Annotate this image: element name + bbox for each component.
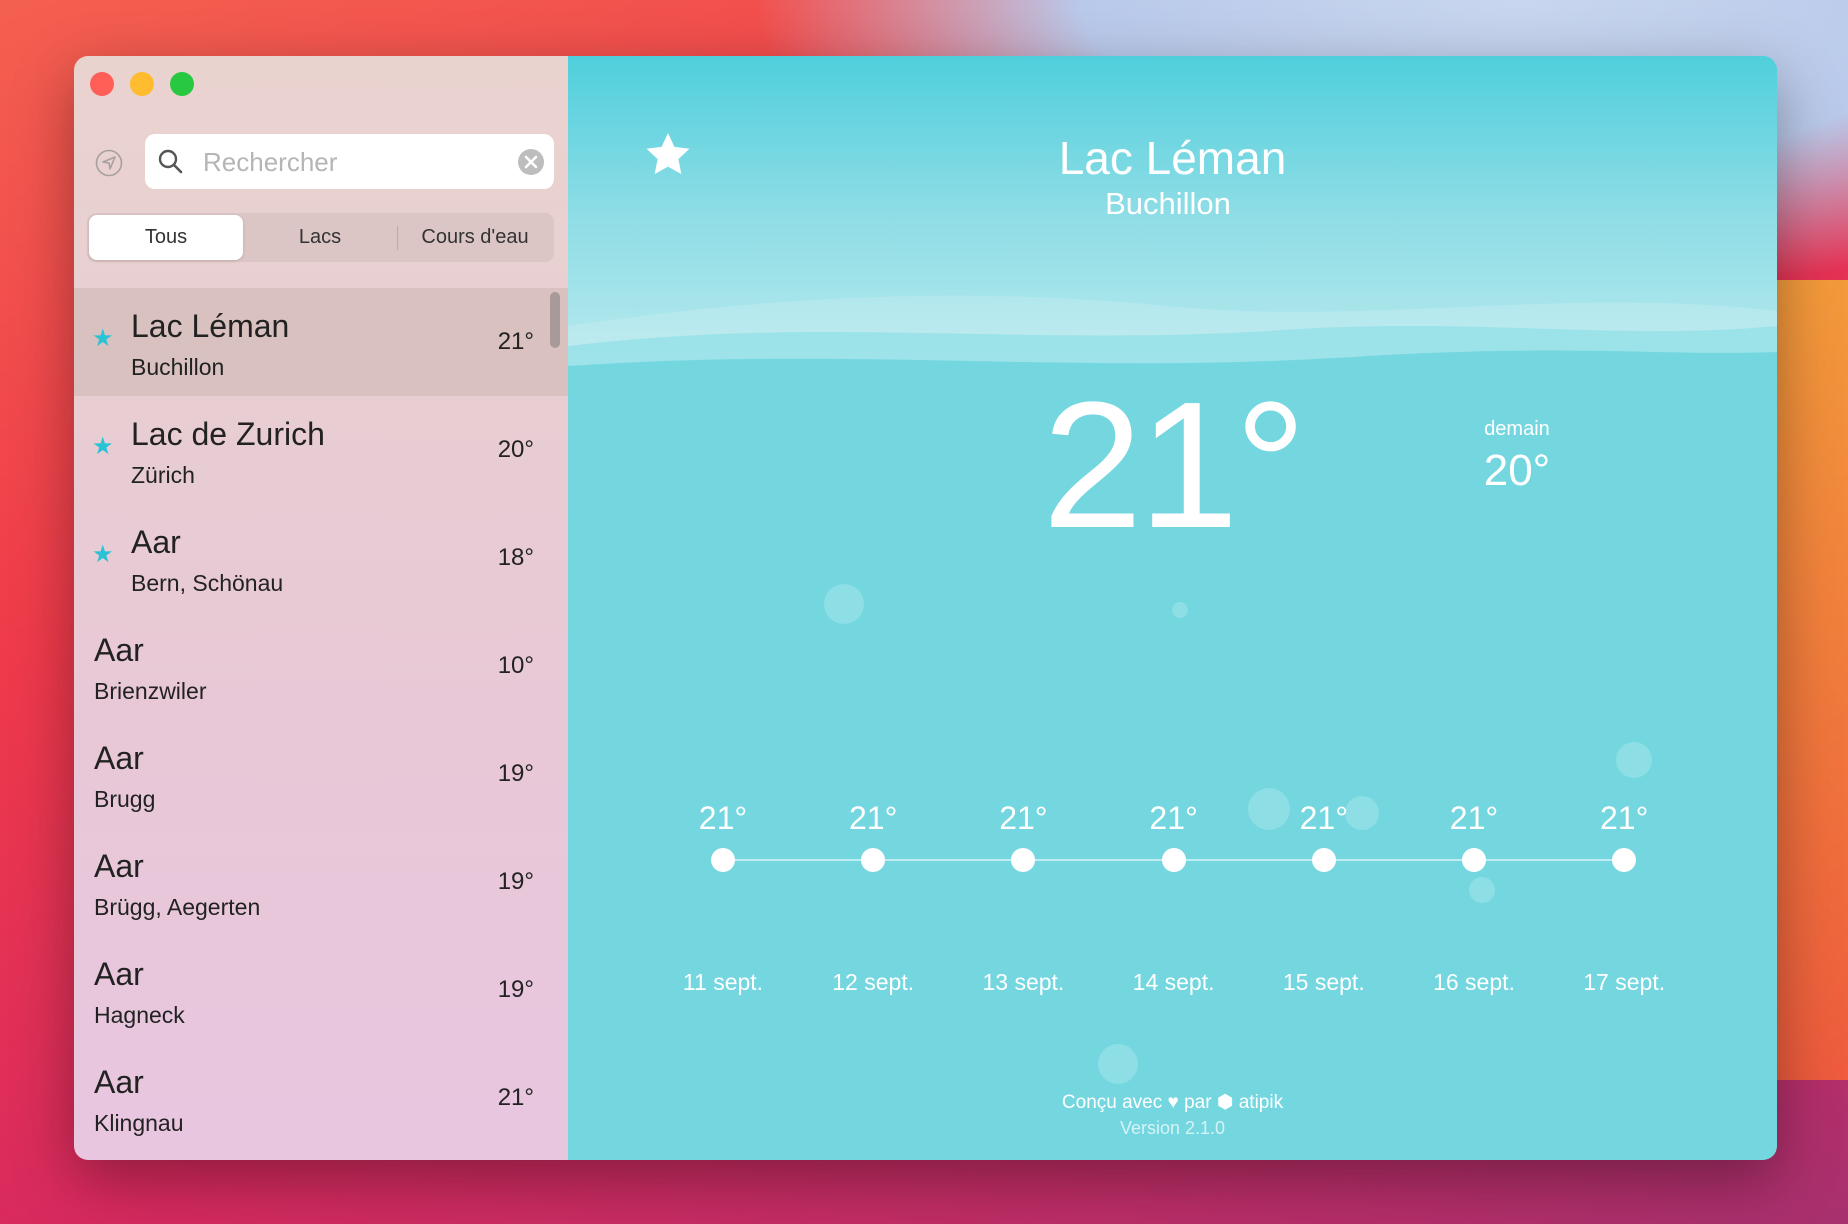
- favorite-star-icon: ★: [92, 325, 114, 352]
- item-temperature: 19°: [497, 760, 534, 787]
- location-arrow-icon[interactable]: [95, 149, 123, 177]
- favorite-star-icon: ★: [92, 541, 114, 568]
- credits: Conçu avec ♥ par ⬢ atipik: [568, 1092, 1777, 1114]
- forecast-date: 16 sept.: [1433, 969, 1515, 995]
- forecast-temp: 21°: [1449, 800, 1499, 836]
- forecast-dot: [861, 848, 886, 872]
- bubble: [1172, 602, 1188, 618]
- item-title: Aar: [131, 524, 181, 560]
- forecast-date: 12 sept.: [832, 969, 915, 995]
- forecast-temp: 21°: [698, 800, 748, 836]
- item-title: Aar: [94, 740, 144, 776]
- item-subtitle: Brugg: [94, 786, 156, 812]
- search-field[interactable]: [145, 134, 554, 189]
- segment-tous[interactable]: Tous: [89, 215, 243, 260]
- search-input[interactable]: [203, 142, 503, 182]
- heart-icon: ♥: [1167, 1092, 1179, 1113]
- item-title: Lac de Zurich: [131, 416, 325, 452]
- zoom-button[interactable]: [170, 72, 194, 96]
- item-temperature: 21°: [497, 1084, 534, 1111]
- item-subtitle: Brienzwiler: [94, 678, 207, 704]
- list-item[interactable]: Aar Brugg 19°: [74, 720, 568, 828]
- item-temperature: 19°: [497, 868, 534, 895]
- item-title: Aar: [94, 848, 144, 884]
- search-icon: [158, 149, 183, 174]
- bubble: [824, 584, 864, 624]
- item-temperature: 20°: [497, 436, 534, 463]
- sidebar: Tous Lacs Cours d'eau ★ Lac Léman Buchillo…: [74, 56, 568, 1160]
- detail-pane: Lac Léman Buchillon 21° demain 20° 21° 11…: [568, 56, 1777, 1160]
- item-temperature: 10°: [497, 652, 534, 679]
- list-item[interactable]: ★ Lac Léman Buchillon 21°: [74, 288, 568, 396]
- forecast-dot: [1311, 848, 1336, 872]
- bubble: [1469, 877, 1495, 903]
- item-title: Aar: [94, 1064, 144, 1100]
- forecast-temp: 21°: [1149, 800, 1198, 836]
- brand-link[interactable]: atipik: [1239, 1092, 1283, 1113]
- app-window: Tous Lacs Cours d'eau ★Lac LémanBuchillo…: [74, 56, 1777, 1160]
- forecast-dot: [1462, 848, 1486, 872]
- current-temperature: 21°: [1042, 365, 1306, 566]
- scrollbar[interactable]: [550, 292, 560, 348]
- location-list: ★ Lac Léman Buchillon 21° ★ Lac de Zurich Züri…: [74, 288, 568, 1152]
- bubble: [1098, 1044, 1138, 1084]
- forecast-date: 17 sept.: [1583, 969, 1666, 995]
- credits-text: Conçu avec: [1061, 1092, 1163, 1113]
- forecast-dot: [1011, 848, 1036, 872]
- item-subtitle: Zürich: [131, 462, 195, 488]
- bubble: [1616, 742, 1652, 778]
- detail-title: Lac Léman: [1058, 132, 1287, 184]
- item-subtitle: Buchillon: [131, 354, 225, 380]
- filter-segmented-control: Tous Lacs Cours d'eau: [87, 213, 554, 262]
- item-subtitle: Brügg, Aegerten: [94, 894, 261, 920]
- forecast-dot: [711, 848, 735, 872]
- item-title: Aar: [94, 956, 144, 992]
- forecast-dot: [1612, 848, 1637, 872]
- item-temperature: 19°: [497, 976, 534, 1003]
- item-title: Lac Léman: [131, 308, 290, 344]
- list-item[interactable]: Aar Brienzwiler 10°: [74, 612, 568, 720]
- forecast-temp: 21°: [1299, 800, 1348, 836]
- forecast-date: 11 sept.: [682, 969, 764, 995]
- forecast-temp: 21°: [1599, 800, 1649, 836]
- forecast-date: 13 sept.: [982, 969, 1065, 995]
- segment-lacs[interactable]: Lacs: [243, 215, 397, 260]
- item-temperature: 21°: [497, 328, 534, 355]
- list-item[interactable]: Aar Brügg, Aegerten 19°: [74, 828, 568, 936]
- segment-cours-d-eau[interactable]: Cours d'eau: [398, 215, 552, 260]
- credits-by: par: [1184, 1092, 1212, 1113]
- close-button[interactable]: [90, 72, 114, 96]
- list-item[interactable]: Aar Klingnau 21°: [74, 1044, 568, 1152]
- forecast-temp: 21°: [999, 800, 1048, 836]
- list-item[interactable]: ★ Aar Bern, Schönau 18°: [74, 504, 568, 612]
- favorite-star-icon: ★: [92, 433, 114, 460]
- minimize-button[interactable]: [130, 72, 154, 96]
- forecast-dot: [1161, 848, 1186, 872]
- item-temperature: 18°: [497, 544, 534, 571]
- version-label: Version 2.1.0: [1119, 1118, 1226, 1138]
- item-subtitle: Hagneck: [94, 1002, 185, 1028]
- item-subtitle: Bern, Schönau: [131, 570, 284, 596]
- forecast-date: 14 sept.: [1132, 969, 1215, 995]
- item-title: Aar: [94, 632, 144, 668]
- detail-subtitle: Buchillon: [1105, 186, 1231, 221]
- list-item[interactable]: ★ Lac de Zurich Zürich 20°: [74, 396, 568, 504]
- forecast-date: 15 sept.: [1282, 969, 1365, 995]
- tomorrow-temperature: 20°: [1483, 446, 1551, 495]
- tomorrow-label: demain: [1484, 418, 1550, 440]
- forecast-temp: 21°: [848, 800, 898, 836]
- clear-search-icon[interactable]: [518, 149, 544, 175]
- list-item[interactable]: Aar Hagneck 19°: [74, 936, 568, 1044]
- item-subtitle: Klingnau: [94, 1110, 184, 1136]
- atipik-logo-icon: ⬢: [1216, 1092, 1234, 1113]
